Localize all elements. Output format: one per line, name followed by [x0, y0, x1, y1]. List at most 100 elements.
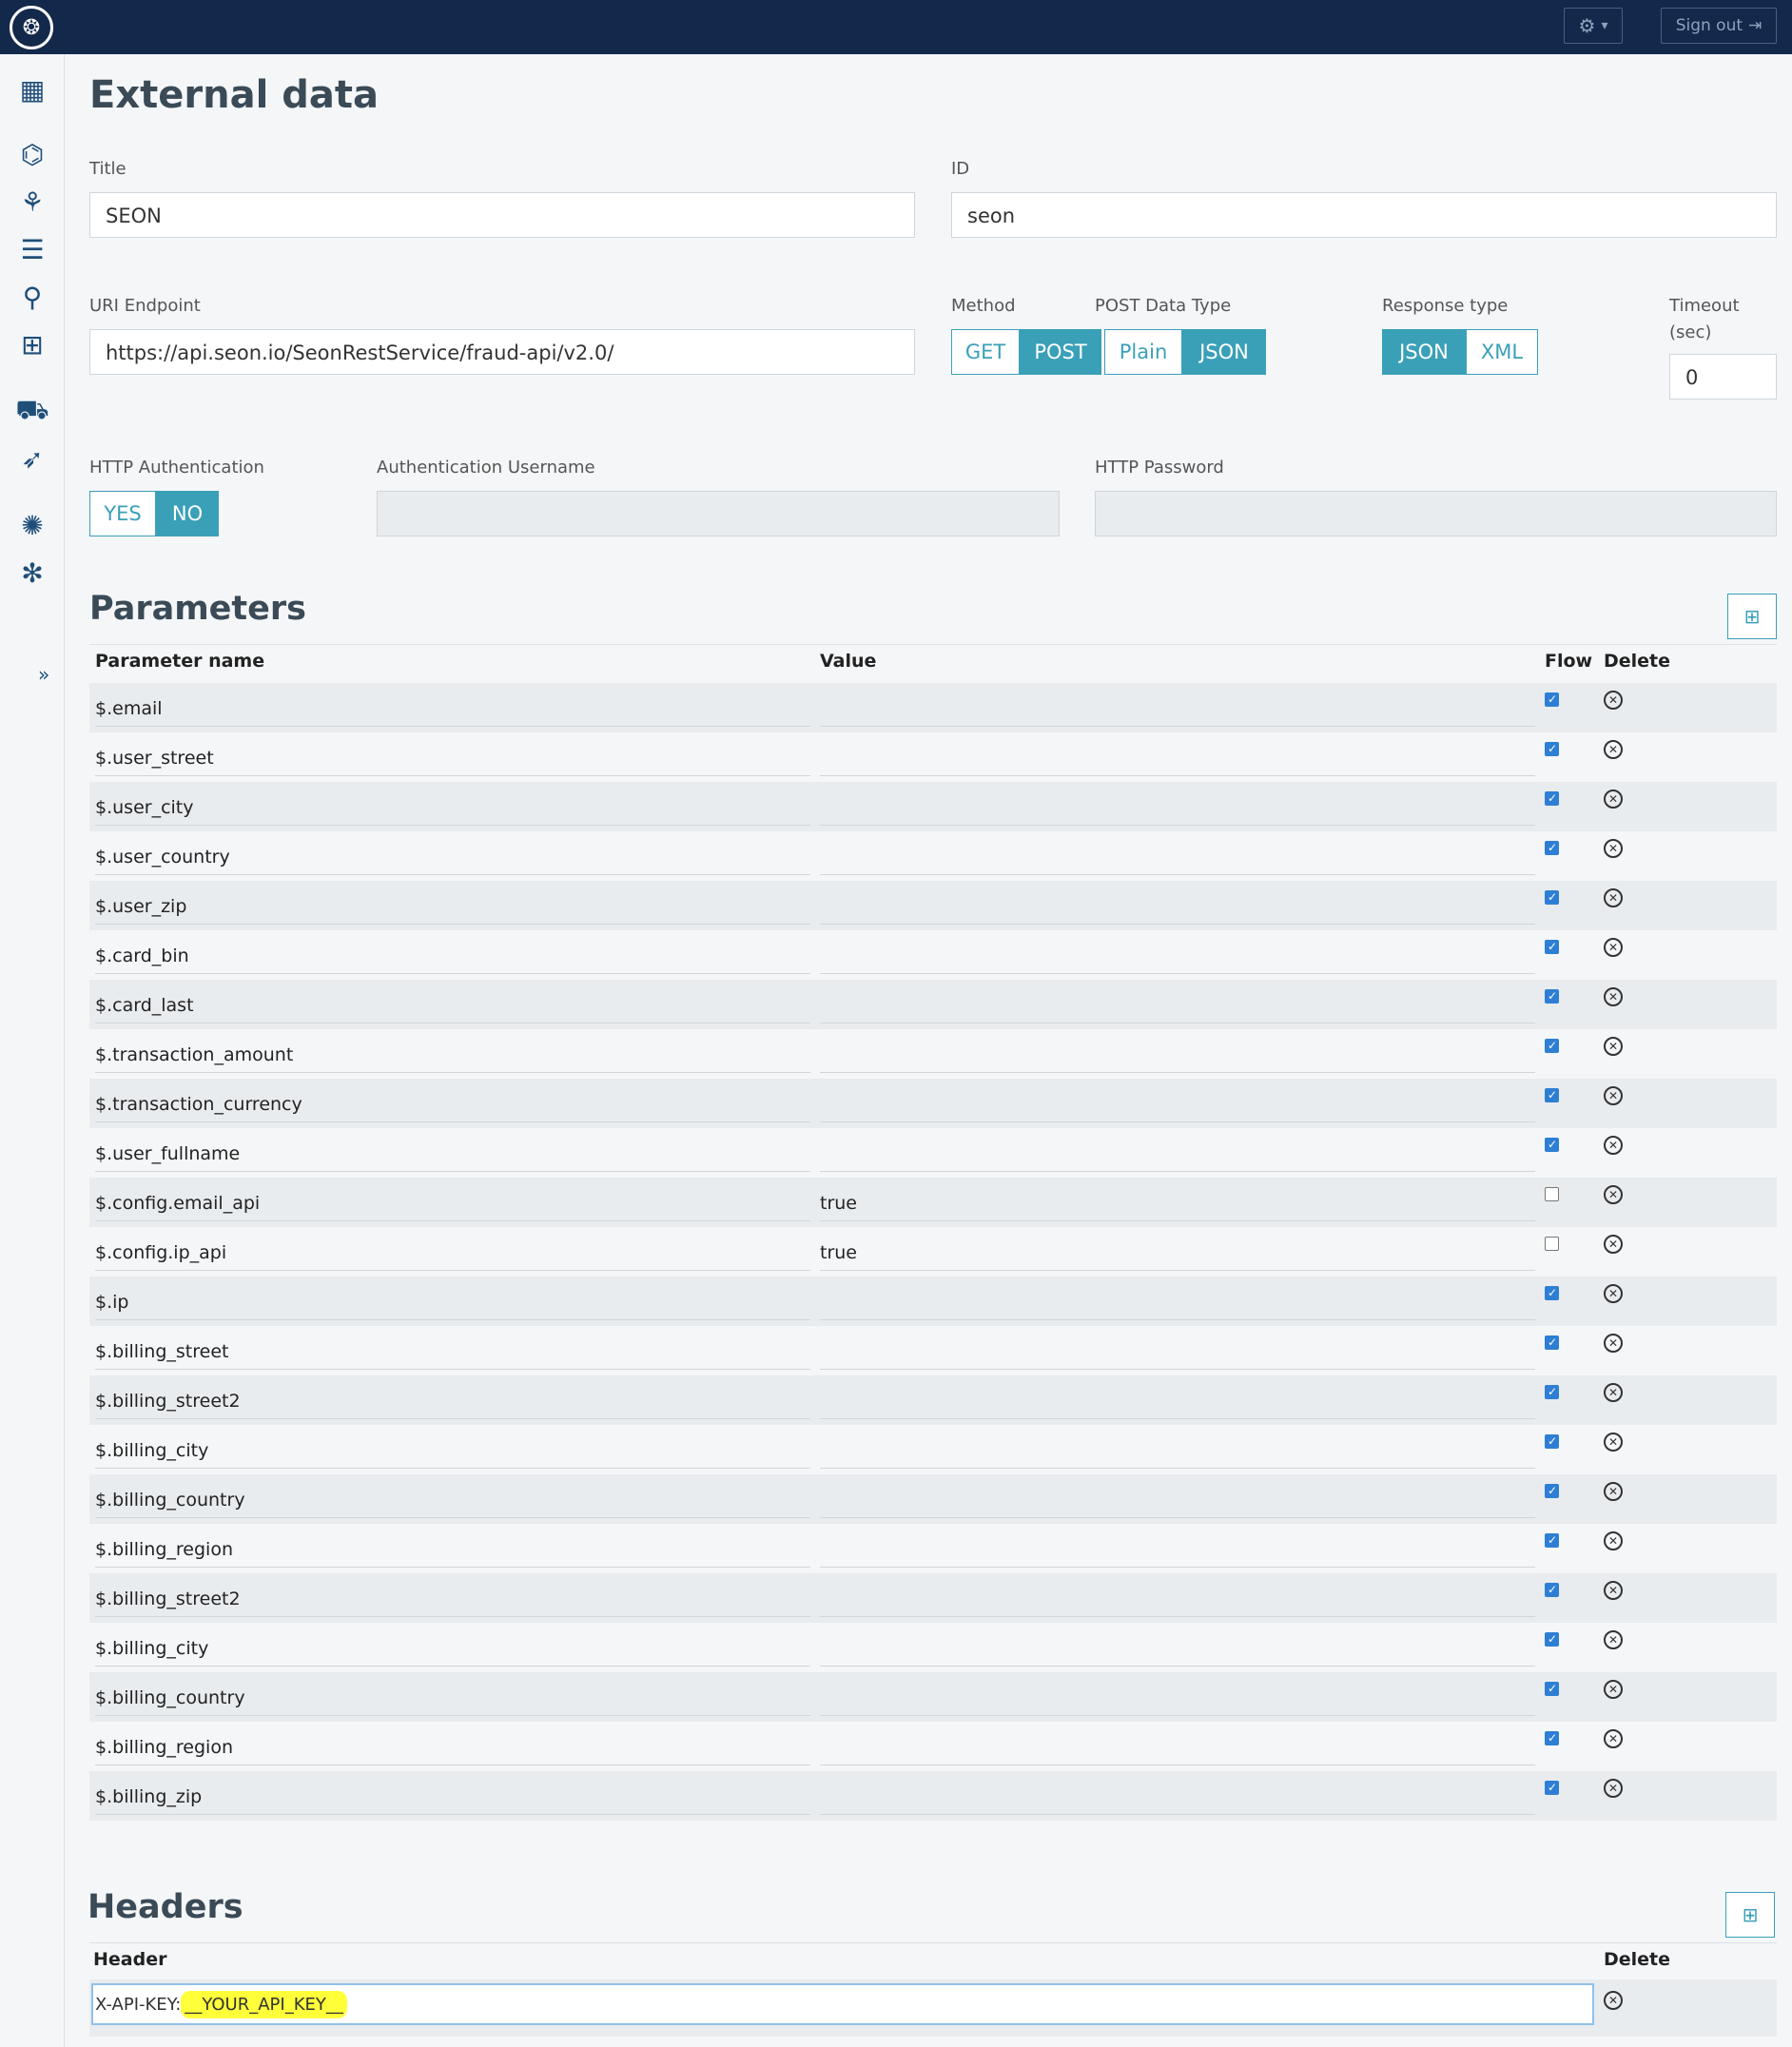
parameter-value-input[interactable]	[820, 930, 1535, 974]
parameter-name-input[interactable]: $.billing_zip	[95, 1771, 810, 1815]
parameter-value-input[interactable]	[820, 732, 1535, 776]
delete-parameter-button[interactable]: ✕	[1604, 1779, 1623, 1798]
parameter-value-input[interactable]	[820, 782, 1535, 826]
sidebar-item-flow[interactable]: ⚘	[16, 185, 49, 218]
flow-checkbox[interactable]	[1545, 1434, 1559, 1449]
parameter-value-input[interactable]	[820, 1474, 1535, 1518]
parameter-name-input[interactable]: $.billing_country	[95, 1474, 810, 1518]
parameter-name-input[interactable]: $.card_bin	[95, 930, 810, 974]
uri-input[interactable]: https://api.seon.io/SeonRestService/frau…	[89, 329, 915, 375]
flow-checkbox[interactable]	[1545, 791, 1559, 806]
parameter-name-input[interactable]: $.user_zip	[95, 881, 810, 925]
flow-checkbox[interactable]	[1545, 692, 1559, 707]
delete-header-button[interactable]: ✕	[1604, 1991, 1623, 2010]
parameter-name-input[interactable]: $.billing_street	[95, 1326, 810, 1370]
response-xml-button[interactable]: XML	[1466, 329, 1538, 375]
parameter-value-input[interactable]	[820, 1029, 1535, 1073]
flow-checkbox[interactable]	[1545, 1138, 1559, 1152]
parameter-name-input[interactable]: $.transaction_currency	[95, 1079, 810, 1122]
parameter-name-input[interactable]: $.config.email_api	[95, 1178, 810, 1221]
parameter-value-input[interactable]	[820, 1128, 1535, 1172]
sidebar-item-dashboard[interactable]: ▦	[16, 73, 49, 106]
parameter-name-input[interactable]: $.user_street	[95, 732, 810, 776]
method-get-button[interactable]: GET	[951, 329, 1020, 375]
parameter-name-input[interactable]: $.billing_region	[95, 1524, 810, 1568]
flow-checkbox[interactable]	[1545, 1088, 1559, 1102]
parameter-value-input[interactable]	[820, 1771, 1535, 1815]
sidebar-item-database[interactable]: ☰	[16, 233, 49, 265]
flow-checkbox[interactable]	[1545, 989, 1559, 1004]
parameter-name-input[interactable]: $.card_last	[95, 980, 810, 1024]
delete-parameter-button[interactable]: ✕	[1604, 1581, 1623, 1600]
response-json-button[interactable]: JSON	[1382, 329, 1466, 375]
flow-checkbox[interactable]	[1545, 1385, 1559, 1399]
id-input[interactable]: seon	[951, 192, 1777, 238]
parameter-name-input[interactable]: $.billing_country	[95, 1672, 810, 1716]
parameter-value-input[interactable]: true	[820, 1227, 1535, 1271]
delete-parameter-button[interactable]: ✕	[1604, 1235, 1623, 1254]
parameter-value-input[interactable]: true	[820, 1178, 1535, 1221]
flow-checkbox[interactable]	[1545, 1484, 1559, 1498]
flow-checkbox[interactable]	[1545, 940, 1559, 954]
sidebar-item-grid[interactable]: ⊞	[16, 328, 49, 361]
sidebar-expand-button[interactable]: »	[38, 663, 49, 686]
timeout-input[interactable]: 0	[1669, 354, 1777, 400]
post-type-plain-button[interactable]: Plain	[1104, 329, 1182, 375]
delete-parameter-button[interactable]: ✕	[1604, 1383, 1623, 1402]
parameter-name-input[interactable]: $.config.ip_api	[95, 1227, 810, 1271]
delete-parameter-button[interactable]: ✕	[1604, 1284, 1623, 1303]
settings-dropdown[interactable]: ⚙ ▾	[1564, 8, 1623, 44]
flow-checkbox[interactable]	[1545, 1533, 1559, 1548]
delete-parameter-button[interactable]: ✕	[1604, 1037, 1623, 1056]
delete-parameter-button[interactable]: ✕	[1604, 740, 1623, 759]
delete-parameter-button[interactable]: ✕	[1604, 888, 1623, 907]
flow-checkbox[interactable]	[1545, 890, 1559, 905]
delete-parameter-button[interactable]: ✕	[1604, 790, 1623, 809]
sidebar-item-search-settings[interactable]: ⚲	[16, 281, 49, 313]
parameter-name-input[interactable]: $.billing_city	[95, 1623, 810, 1667]
parameter-name-input[interactable]: $.user_fullname	[95, 1128, 810, 1172]
parameter-name-input[interactable]: $.email	[95, 683, 810, 727]
delete-parameter-button[interactable]: ✕	[1604, 1630, 1623, 1649]
delete-parameter-button[interactable]: ✕	[1604, 1086, 1623, 1105]
delete-parameter-button[interactable]: ✕	[1604, 1680, 1623, 1699]
delete-parameter-button[interactable]: ✕	[1604, 1482, 1623, 1501]
post-type-json-button[interactable]: JSON	[1182, 329, 1266, 375]
flow-checkbox[interactable]	[1545, 742, 1559, 756]
delete-parameter-button[interactable]: ✕	[1604, 839, 1623, 858]
parameter-name-input[interactable]: $.billing_street2	[95, 1573, 810, 1617]
parameter-name-input[interactable]: $.ip	[95, 1277, 810, 1320]
parameter-value-input[interactable]	[820, 1425, 1535, 1469]
parameter-name-input[interactable]: $.billing_street2	[95, 1375, 810, 1419]
add-parameter-button[interactable]: ⊞	[1727, 594, 1777, 639]
parameter-value-input[interactable]	[820, 980, 1535, 1024]
parameter-value-input[interactable]	[820, 683, 1535, 727]
title-input[interactable]: SEON	[89, 192, 915, 238]
flow-checkbox[interactable]	[1545, 1187, 1559, 1201]
parameter-value-input[interactable]	[820, 1524, 1535, 1568]
parameter-value-input[interactable]	[820, 1623, 1535, 1667]
auth-yes-button[interactable]: YES	[89, 491, 156, 536]
parameter-name-input[interactable]: $.user_city	[95, 782, 810, 826]
auth-no-button[interactable]: NO	[156, 491, 219, 536]
http-password-input[interactable]	[1095, 491, 1777, 536]
parameter-value-input[interactable]	[820, 1573, 1535, 1617]
delete-parameter-button[interactable]: ✕	[1604, 987, 1623, 1006]
flow-checkbox[interactable]	[1545, 841, 1559, 855]
parameter-value-input[interactable]	[820, 1722, 1535, 1765]
delete-parameter-button[interactable]: ✕	[1604, 1433, 1623, 1452]
delete-parameter-button[interactable]: ✕	[1604, 1531, 1623, 1550]
auth-username-input[interactable]	[377, 491, 1060, 536]
header-input[interactable]: X-API-KEY: __YOUR_API_KEY__	[91, 1983, 1594, 2025]
flow-checkbox[interactable]	[1545, 1335, 1559, 1350]
delete-parameter-button[interactable]: ✕	[1604, 1185, 1623, 1204]
delete-parameter-button[interactable]: ✕	[1604, 1136, 1623, 1155]
delete-parameter-button[interactable]: ✕	[1604, 1334, 1623, 1353]
parameter-value-input[interactable]	[820, 1277, 1535, 1320]
flow-checkbox[interactable]	[1545, 1583, 1559, 1597]
parameter-name-input[interactable]: $.transaction_amount	[95, 1029, 810, 1073]
flow-checkbox[interactable]	[1545, 1039, 1559, 1053]
parameter-value-input[interactable]	[820, 1672, 1535, 1716]
flow-checkbox[interactable]	[1545, 1731, 1559, 1745]
sidebar-item-virus[interactable]: ✺	[16, 509, 49, 541]
